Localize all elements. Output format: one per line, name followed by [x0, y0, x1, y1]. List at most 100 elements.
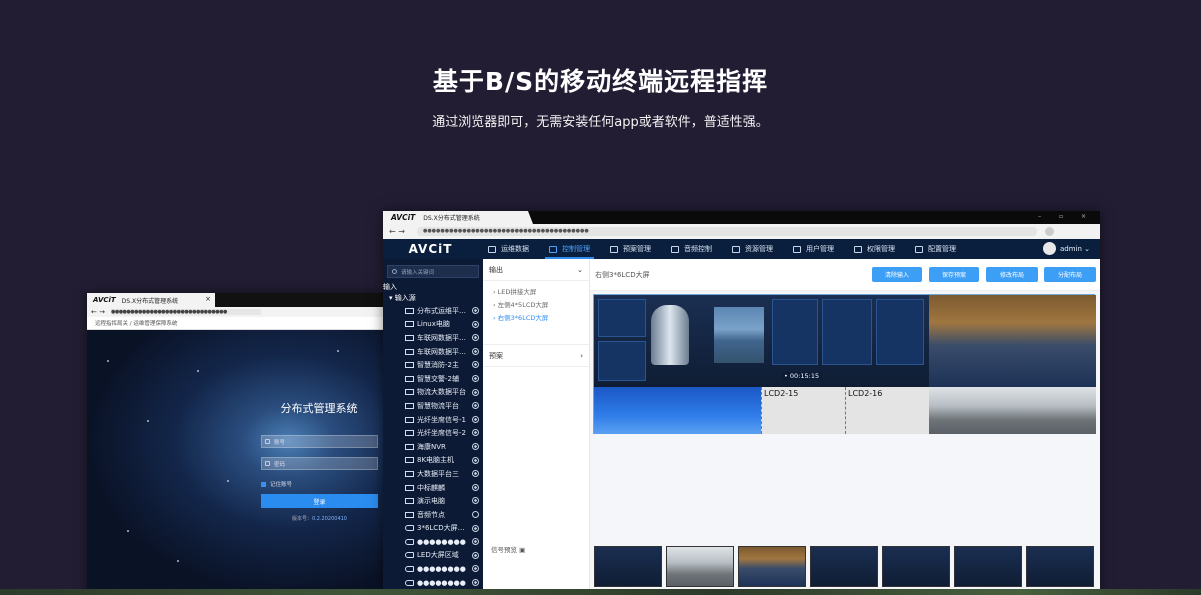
url-field[interactable]: ●●●●●●●●●●●●●●●●●●●●●●●●●●●●●● [110, 309, 261, 315]
avatar[interactable] [1042, 242, 1056, 255]
input-source-item[interactable]: 大数据平台三 [383, 467, 483, 481]
status-dot-icon[interactable] [472, 538, 479, 546]
status-dot-icon[interactable] [472, 483, 479, 491]
status-dot-icon[interactable] [472, 510, 479, 518]
nav-item-2[interactable]: 预案管理 [600, 239, 661, 259]
status-dot-icon[interactable] [472, 334, 479, 342]
input-source-item[interactable]: 车联网数据平… [383, 345, 483, 359]
login-button[interactable]: 登录 [261, 494, 378, 508]
video-wall[interactable]: • 00:15:15 LCD2-15 LCD2-16 [593, 294, 1096, 434]
input-source-item[interactable]: ●●●●●●●● [383, 535, 483, 549]
dashboard-panel [822, 299, 872, 365]
status-dot-icon[interactable] [472, 497, 479, 505]
output-item[interactable]: › 左侧4*5LCD大屏 [483, 299, 589, 312]
remember-checkbox[interactable]: 记住账号 [261, 480, 292, 488]
browser-tab[interactable]: AVCiT DS.X分布式管理系统 [383, 211, 533, 224]
nav-arrows-icon[interactable]: ← → [91, 308, 105, 316]
nav-item-label: 资源管理 [745, 245, 773, 253]
nav-arrows-icon[interactable]: ← → [389, 227, 405, 236]
username-field[interactable]: 账号 [261, 435, 378, 448]
edit-layout-button[interactable]: 修改布局 [986, 267, 1038, 282]
input-source-item[interactable]: 演示电脑 [383, 494, 483, 508]
version-value[interactable]: 0.2.20200410 [312, 516, 347, 522]
preview-thumbnail[interactable] [738, 546, 806, 587]
nav-item-3[interactable]: 音频控制 [661, 239, 722, 259]
chevron-right-icon[interactable]: › [580, 352, 583, 360]
wall-window-highway[interactable] [929, 387, 1096, 434]
output-section-header[interactable]: 输出 ⌄ [483, 259, 589, 281]
status-dot-icon[interactable] [472, 361, 479, 369]
status-dot-icon[interactable] [472, 307, 479, 314]
search-input[interactable]: 请输入关键词 [387, 265, 479, 278]
nav-item-5[interactable]: 用户管理 [783, 239, 844, 259]
wall-window-dashboard[interactable]: • 00:15:15 [594, 295, 929, 387]
input-source-item[interactable]: 中标麒麟 [383, 481, 483, 495]
status-dot-icon[interactable] [472, 429, 479, 437]
window-controls[interactable]: – ▫ × [1038, 213, 1094, 220]
status-dot-icon[interactable] [472, 578, 479, 586]
input-source-item[interactable]: LED大屏区域 [383, 549, 483, 563]
nav-item-6[interactable]: 权限管理 [844, 239, 905, 259]
chevron-down-icon[interactable]: ⌄ [577, 266, 583, 274]
nav-item-4[interactable]: 资源管理 [722, 239, 783, 259]
wall-window-aerial[interactable] [929, 295, 1096, 387]
status-dot-icon[interactable] [472, 524, 479, 532]
input-source-group[interactable]: ▾ 输入源 [383, 293, 483, 304]
password-field[interactable]: 密码 [261, 457, 378, 470]
checkbox-checked-icon[interactable] [261, 481, 266, 487]
status-dot-icon[interactable] [472, 415, 479, 423]
status-dot-icon[interactable] [472, 470, 479, 478]
input-source-item[interactable]: 智慧消防-2主 [383, 358, 483, 372]
status-dot-icon[interactable] [472, 442, 479, 450]
status-dot-icon[interactable] [472, 565, 479, 573]
user-menu[interactable]: admin ⌄ [1042, 242, 1090, 255]
status-dot-icon[interactable] [472, 347, 479, 355]
preview-thumbnail[interactable] [882, 546, 950, 587]
input-source-item[interactable]: 车联网数据平… [383, 331, 483, 345]
preview-thumbnail[interactable] [666, 546, 734, 587]
output-item[interactable]: › LED拼接大屏 [483, 286, 589, 299]
preview-thumbnail[interactable] [954, 546, 1022, 587]
input-source-item[interactable]: 智慧物流平台 [383, 399, 483, 413]
search-placeholder: 请输入关键词 [401, 269, 435, 276]
input-source-item[interactable]: 8K电脑主机 [383, 454, 483, 468]
input-source-item[interactable]: ●●●●●●●● [383, 576, 483, 590]
input-source-item[interactable]: 光纤坐席信号-1 [383, 413, 483, 427]
browser-tab[interactable]: AVCiT DS.X分布式管理系统 × [87, 293, 215, 307]
status-dot-icon[interactable] [472, 551, 479, 559]
wall-window-lcd-a[interactable]: LCD2-15 [761, 387, 845, 434]
preset-section-header[interactable]: 预案 › [483, 345, 589, 367]
url-field[interactable]: ●●●●●●●●●●●●●●●●●●●●●●●●●●●●●●●●●●●●●● [416, 227, 1037, 236]
wall-window-lcd-b[interactable]: LCD2-16 [845, 387, 929, 434]
input-source-item[interactable]: 海康NVR [383, 440, 483, 454]
input-source-item[interactable]: 物流大数据平台 [383, 386, 483, 400]
output-item[interactable]: › 右侧3*6LCD大屏 [483, 312, 589, 325]
input-source-item[interactable]: Linux电脑 [383, 318, 483, 332]
status-dot-icon[interactable] [472, 388, 479, 396]
profile-icon[interactable] [1044, 227, 1054, 236]
nav-item-7[interactable]: 配置管理 [905, 239, 966, 259]
preview-thumbnail[interactable] [810, 546, 878, 587]
input-source-item[interactable]: ●●●●●●●● [383, 562, 483, 576]
nav-item-0[interactable]: 运维数据 [478, 239, 539, 259]
status-dot-icon[interactable] [472, 402, 479, 410]
save-preset-button[interactable]: 保存预案 [929, 267, 979, 282]
status-dot-icon[interactable] [472, 320, 479, 328]
close-icon[interactable]: × [205, 295, 211, 303]
assign-layout-button[interactable]: 分配布局 [1044, 267, 1096, 282]
preview-thumbnail[interactable] [594, 546, 662, 587]
input-source-item[interactable]: 3*6LCD大屏… [383, 522, 483, 536]
input-source-item[interactable]: 分布式运维平… [383, 304, 483, 318]
address-bar: ← → ●●●●●●●●●●●●●●●●●●●●●●●●●●●●●● [87, 307, 383, 317]
input-source-item[interactable]: 智慧交警-2辅 [383, 372, 483, 386]
clear-input-button[interactable]: 清除输入 [872, 267, 922, 282]
wall-window-desktop[interactable] [594, 387, 761, 434]
status-dot-icon[interactable] [472, 456, 479, 464]
input-source-item[interactable]: 光纤坐席信号-2 [383, 426, 483, 440]
nav-item-1[interactable]: 控制管理 [539, 239, 600, 259]
preview-thumbnail[interactable] [1026, 546, 1094, 587]
input-source-item[interactable]: 音频节点 [383, 508, 483, 522]
signal-preview-label[interactable]: 信号预览 ▣ [491, 544, 525, 554]
status-dot-icon[interactable] [472, 374, 479, 382]
user-name[interactable]: admin ⌄ [1060, 245, 1090, 253]
